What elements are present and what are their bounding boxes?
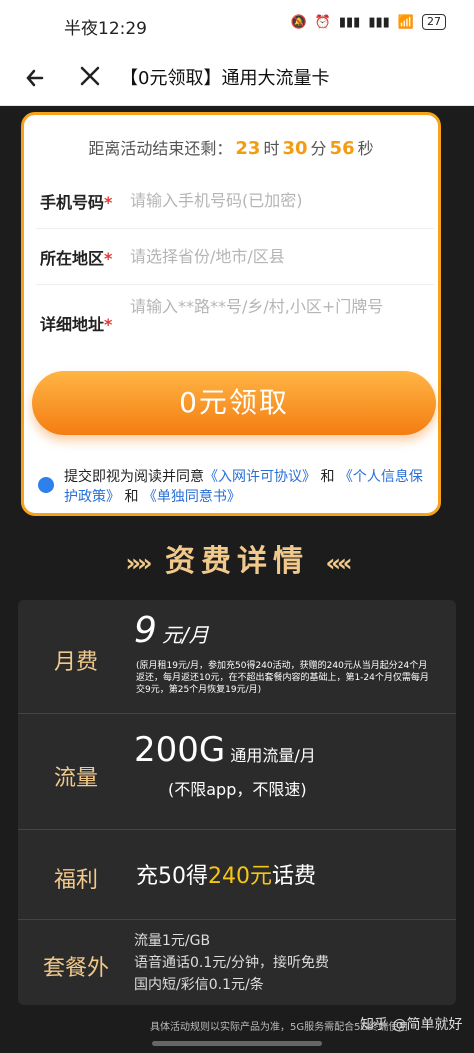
fee-value: 流量1元/GB 语音通话0.1元/分钟，接听免费 国内短/彩信0.1元/条: [134, 933, 329, 993]
chevrons-left-icon: ««: [325, 549, 352, 577]
nav-bar: 【0元领取】通用大流量卡: [0, 50, 474, 106]
fee-label: 流量: [53, 766, 98, 791]
countdown: 距离活动结束还剩： 23 时 30 分 56 秒: [24, 135, 438, 159]
wifi-icon: 📶: [397, 14, 414, 30]
chevrons-right-icon: »»: [125, 549, 153, 577]
region-label: 所在地区*: [40, 249, 113, 268]
battery-icon: 27: [422, 14, 446, 30]
consent-link[interactable]: 《单独同意书》: [143, 489, 241, 505]
fee-subtext: (不限app，不限速): [168, 780, 307, 799]
address-field[interactable]: 详细地址* 请输入**路**号/乡/村,小区+门牌号: [36, 285, 434, 359]
license-link[interactable]: 《入网许可协议》: [204, 469, 316, 485]
minute-unit: 分: [310, 139, 327, 158]
fee-label: 套餐外: [42, 956, 109, 981]
fee-label: 福利: [53, 868, 98, 893]
fee-row-benefit: 福利 充50得240元话费: [18, 830, 456, 920]
fee-value: 9 元/月: [134, 610, 209, 651]
second-unit: 秒: [357, 139, 374, 158]
countdown-seconds: 56: [329, 138, 355, 159]
region-select[interactable]: 请选择省份/地市/区县: [130, 243, 420, 271]
fee-note: (原月租19元/月，参加充50得240活动，获赠的240元从当月起分24个月返还…: [136, 661, 429, 695]
phone-input[interactable]: 请输入手机号码(已加密): [130, 187, 420, 215]
page-title: 【0元领取】通用大流量卡: [120, 68, 330, 89]
arrow-left-icon[interactable]: [22, 64, 50, 92]
hour-unit: 时: [263, 139, 280, 158]
signal-hd-icon: ▮▮▮: [338, 14, 361, 30]
fee-row-data: 流量 200G 通用流量/月 (不限app，不限速): [18, 714, 456, 830]
home-indicator[interactable]: [152, 1041, 322, 1046]
watermark: 知乎 @简单就好: [360, 1017, 463, 1033]
phone-field[interactable]: 手机号码* 请输入手机号码(已加密): [36, 173, 434, 229]
page-content: 距离活动结束还剩： 23 时 30 分 56 秒 手机号码* 请输入手机号码(已加密) 所在…: [0, 106, 474, 1053]
address-input[interactable]: 请输入**路**号/乡/村,小区+门牌号: [130, 293, 420, 321]
fee-row-extra: 套餐外 流量1元/GB 语音通话0.1元/分钟，接听免费 国内短/彩信0.1元/…: [18, 920, 456, 1005]
fee-row-monthly: 月费 9 元/月 (原月租19元/月，参加充50得240活动，获赠的240元从当…: [18, 600, 456, 714]
address-label: 详细地址*: [40, 315, 113, 334]
countdown-hours: 23: [235, 138, 261, 159]
phone-label: 手机号码*: [40, 193, 113, 212]
countdown-label: 距离活动结束还剩：: [88, 139, 233, 158]
alarm-icon: ⏰: [314, 14, 331, 30]
claim-button[interactable]: 0元领取: [32, 371, 436, 435]
signal-hd-icon: ▮▮▮: [368, 14, 390, 30]
region-field[interactable]: 所在地区* 请选择省份/地市/区县: [36, 229, 434, 285]
fee-table: 月费 9 元/月 (原月租19元/月，参加充50得240活动，获赠的240元从当…: [18, 600, 456, 1005]
status-icons: 🔕 ⏰ ▮▮▮ ▮▮▮ 📶 27: [290, 14, 446, 30]
close-icon[interactable]: [78, 64, 102, 88]
fee-value: 充50得240元话费: [136, 864, 317, 889]
mute-icon: 🔕: [290, 14, 307, 30]
checkbox-checked-icon[interactable]: [38, 477, 54, 493]
signup-form: 距离活动结束还剩： 23 时 30 分 56 秒 手机号码* 请输入手机号码(已加密) 所在…: [21, 112, 441, 516]
status-bar: 半夜12:29 🔕 ⏰ ▮▮▮ ▮▮▮ 📶 27: [0, 0, 474, 50]
fee-label: 月费: [53, 650, 98, 675]
countdown-minutes: 30: [282, 138, 308, 159]
status-time: 半夜12:29: [64, 19, 147, 39]
agreement: 提交即视为阅读并同意《入网许可协议》 和 《个人信息保护政策》 和 《单独同意书…: [36, 467, 436, 507]
fee-section-title: »» 资费详情 ««: [125, 544, 353, 579]
fee-value: 200G 通用流量/月: [134, 730, 316, 770]
